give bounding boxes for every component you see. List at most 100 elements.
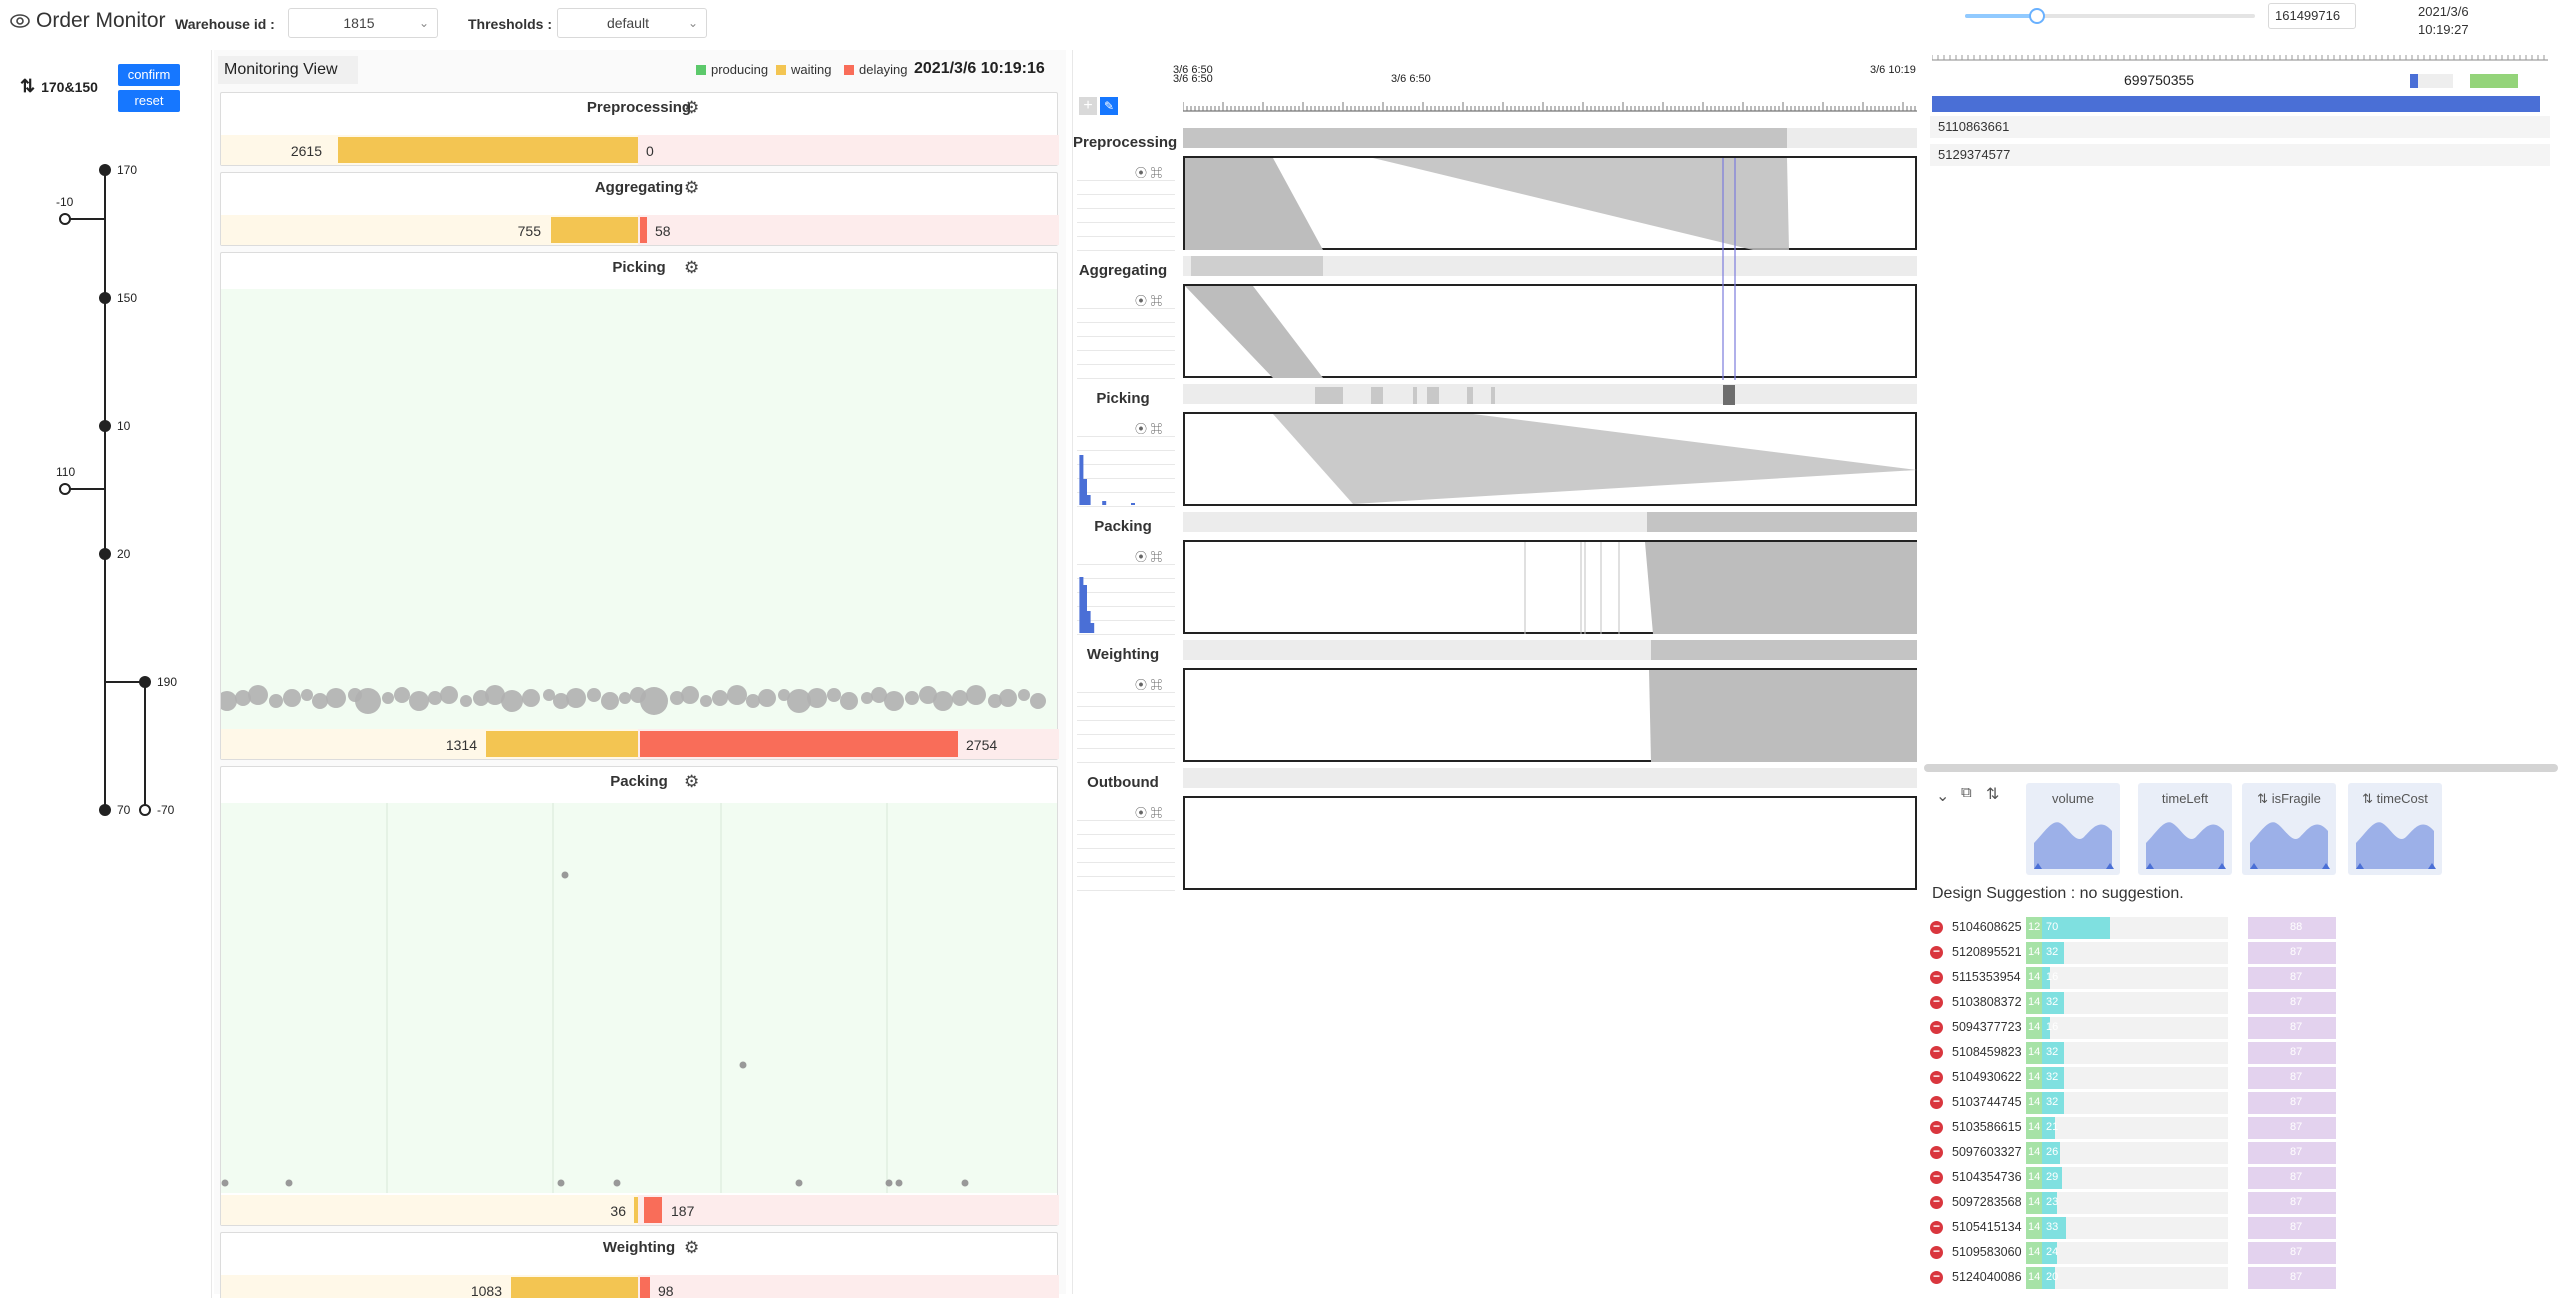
remove-icon[interactable]: −	[1930, 995, 1943, 1009]
order-dot[interactable]	[312, 693, 328, 709]
order-list-row[interactable]: −5120895521 14 32 87	[1930, 941, 2550, 965]
stage-card-aggregating[interactable]: Aggregating ⚙ 755 58	[220, 172, 1059, 246]
order-dot[interactable]	[795, 1179, 803, 1187]
order-dot[interactable]	[727, 685, 747, 705]
order-dot[interactable]	[301, 689, 313, 701]
order-dot[interactable]	[613, 1179, 621, 1187]
remove-icon[interactable]: −	[1930, 1070, 1943, 1084]
order-dot[interactable]	[522, 689, 540, 707]
timestamp-input[interactable]: 161499716	[2268, 3, 2356, 29]
order-dot[interactable]	[787, 689, 811, 713]
order-dot[interactable]	[1030, 693, 1046, 709]
tree-node[interactable]	[139, 804, 151, 816]
order-dot[interactable]	[905, 691, 919, 705]
order-dot[interactable]	[999, 689, 1017, 707]
order-list-row[interactable]: −5103808372 14 32 87	[1930, 991, 2550, 1015]
remove-icon[interactable]: −	[1930, 970, 1943, 984]
remove-icon[interactable]: −	[1930, 920, 1943, 934]
order-dot[interactable]	[807, 688, 827, 708]
order-dot[interactable]	[601, 692, 619, 710]
column-volume[interactable]: volume	[2026, 783, 2120, 875]
tree-node[interactable]	[99, 804, 111, 816]
gear-icon[interactable]: ⚙	[684, 178, 699, 198]
order-list-row[interactable]: −5104354736 14 29 87	[1930, 1166, 2550, 1190]
remove-icon[interactable]: −	[1930, 1045, 1943, 1059]
order-dot[interactable]	[382, 692, 394, 704]
order-list-row[interactable]: −5097283568 14 23 87	[1930, 1191, 2550, 1215]
tree-node[interactable]	[99, 292, 111, 304]
order-dot[interactable]	[217, 691, 237, 711]
column-timecost[interactable]: ⇅ timeCost	[2348, 783, 2442, 875]
order-dot[interactable]	[428, 691, 442, 705]
order-dot[interactable]	[587, 688, 601, 702]
order-dot[interactable]	[440, 686, 458, 704]
order-dot[interactable]	[895, 1179, 903, 1187]
column-timeleft[interactable]: timeLeft	[2138, 783, 2232, 875]
tree-node[interactable]	[99, 164, 111, 176]
gear-icon[interactable]: ⚙	[684, 98, 699, 118]
order-dot[interactable]	[746, 694, 760, 708]
order-dot[interactable]	[952, 690, 968, 706]
remove-icon[interactable]: −	[1930, 1170, 1943, 1184]
time-slider-handle[interactable]	[2029, 8, 2045, 24]
order-dot[interactable]	[566, 688, 586, 708]
monitoring-view-tab[interactable]: Monitoring View	[218, 56, 358, 84]
order-dot[interactable]	[712, 690, 728, 706]
order-list-row[interactable]: −5105415134 14 33 87	[1930, 1216, 2550, 1240]
order-dot[interactable]	[1018, 689, 1030, 701]
order-dot[interactable]	[283, 689, 301, 707]
tree-node[interactable]	[99, 548, 111, 560]
order-dot[interactable]	[285, 1179, 293, 1187]
stage-card-picking[interactable]: Picking ⚙ 1314 2754	[217, 252, 1059, 760]
remove-icon[interactable]: −	[1930, 1020, 1943, 1034]
stage-card-weighting[interactable]: Weighting ⚙ 1083 98	[220, 1232, 1059, 1298]
order-list-row[interactable]: −5094377723 14 16 87	[1930, 1016, 2550, 1040]
sort-icon[interactable]: ⇅	[1986, 784, 1999, 804]
order-list-row[interactable]: −5103586615 14 21 87	[1930, 1116, 2550, 1140]
selected-order-bar[interactable]	[1932, 96, 2540, 112]
order-dot[interactable]	[561, 871, 569, 879]
order-dot[interactable]	[326, 688, 346, 708]
remove-icon[interactable]: −	[1930, 1145, 1943, 1159]
order-dot[interactable]	[933, 691, 953, 711]
remove-icon[interactable]: −	[1930, 1120, 1943, 1134]
remove-icon[interactable]: −	[1930, 1195, 1943, 1209]
remove-icon[interactable]: −	[1930, 945, 1943, 959]
order-dot[interactable]	[557, 1179, 565, 1187]
order-list-row[interactable]: −5097603327 14 26 87	[1930, 1141, 2550, 1165]
order-dot[interactable]	[681, 686, 699, 704]
order-dot[interactable]	[543, 689, 555, 701]
gear-icon[interactable]: ⚙	[684, 1238, 699, 1258]
tree-node[interactable]	[99, 420, 111, 432]
order-dot[interactable]	[884, 691, 904, 711]
gear-icon[interactable]: ⚙	[684, 772, 699, 792]
remove-icon[interactable]: −	[1930, 1095, 1943, 1109]
remove-icon[interactable]: −	[1930, 1220, 1943, 1234]
thresholds-select[interactable]: default ⌄	[557, 8, 707, 38]
order-row[interactable]: 5110863661	[1930, 116, 2550, 138]
remove-icon[interactable]: −	[1930, 1245, 1943, 1259]
order-list-row[interactable]: −5115353954 14 16 87	[1930, 966, 2550, 990]
collapse-icon[interactable]: ⌄	[1936, 786, 1949, 806]
order-list-row[interactable]: −5104608625 12 70 88	[1930, 916, 2550, 940]
tree-node[interactable]	[139, 676, 151, 688]
order-dot[interactable]	[619, 692, 631, 704]
order-row[interactable]: 5129374577	[1930, 144, 2550, 166]
horizontal-scrollbar[interactable]	[1924, 764, 2558, 772]
column-isfragile[interactable]: ⇅ isFragile	[2242, 783, 2336, 875]
order-list-row[interactable]: −5104930622 14 32 87	[1930, 1066, 2550, 1090]
stage-card-preprocessing[interactable]: Preprocessing ⚙ 2615 0	[220, 92, 1059, 166]
order-dot[interactable]	[355, 688, 381, 714]
warehouse-select[interactable]: 1815 ⌄	[288, 8, 438, 38]
order-list-row[interactable]: −5108459823 14 32 87	[1930, 1041, 2550, 1065]
order-dot[interactable]	[739, 1061, 747, 1069]
order-dot[interactable]	[840, 692, 858, 710]
order-dot[interactable]	[758, 689, 776, 707]
order-dot[interactable]	[640, 687, 668, 715]
order-dot[interactable]	[966, 685, 986, 705]
gear-icon[interactable]: ⚙	[684, 258, 699, 278]
stage-card-packing[interactable]: Packing ⚙ 36 187	[220, 766, 1059, 1226]
copy-icon[interactable]: ⧉	[1961, 784, 1972, 801]
order-dot[interactable]	[501, 690, 523, 712]
tree-node[interactable]	[59, 483, 71, 495]
